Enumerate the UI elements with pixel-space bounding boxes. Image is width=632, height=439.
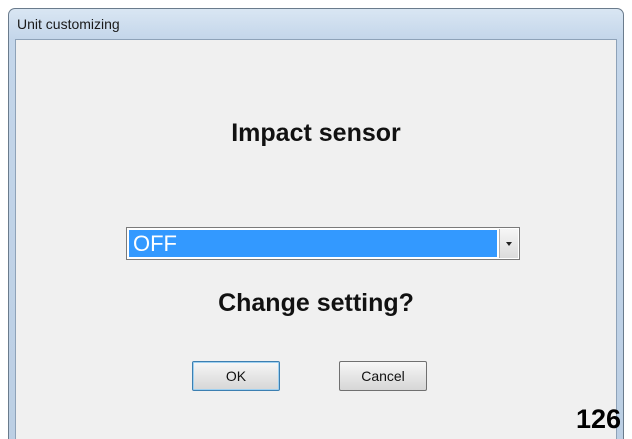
setting-heading: Impact sensor bbox=[231, 119, 401, 147]
setting-dropdown-value[interactable]: OFF bbox=[129, 230, 497, 257]
cancel-button[interactable]: Cancel bbox=[339, 361, 427, 391]
title-bar[interactable]: Unit customizing bbox=[9, 9, 623, 39]
unit-customizing-window: Unit customizing Impact sensor OFF Chang… bbox=[8, 8, 624, 439]
chevron-down-icon[interactable] bbox=[499, 229, 518, 258]
page-number: 126 bbox=[575, 404, 621, 434]
dialog-body: Impact sensor OFF Change setting? OK Can… bbox=[15, 39, 617, 439]
window-title: Unit customizing bbox=[17, 16, 120, 32]
change-setting-prompt: Change setting? bbox=[218, 289, 414, 317]
setting-dropdown[interactable]: OFF bbox=[126, 227, 520, 260]
ok-button[interactable]: OK bbox=[192, 361, 280, 391]
